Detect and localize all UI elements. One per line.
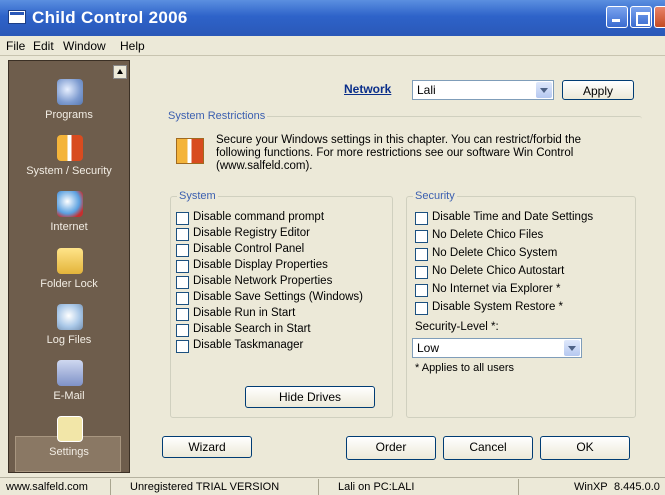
checkbox[interactable]: [176, 212, 189, 225]
checkbox[interactable]: [415, 284, 428, 297]
checkbox[interactable]: [415, 230, 428, 243]
security-level-value: Low: [417, 341, 440, 355]
app-icon: [8, 10, 26, 24]
sidebar-item-programs[interactable]: Programs: [9, 79, 129, 135]
checkbox[interactable]: [176, 340, 189, 353]
system-group-label: System: [177, 190, 218, 202]
folder-lock-icon: [57, 248, 83, 274]
security-level-select[interactable]: Low: [412, 338, 582, 358]
sidebar-item-label: Log Files: [46, 334, 92, 346]
user-select[interactable]: Lali: [412, 80, 554, 100]
sidebar-item-folder-lock[interactable]: Folder Lock: [9, 248, 129, 304]
main-window: Child Control 2006 File Edit Window Help…: [0, 0, 665, 495]
checkbox[interactable]: [176, 260, 189, 273]
security-level-label: Security-Level *:: [415, 321, 499, 333]
checkbox[interactable]: [415, 212, 428, 225]
sidebar-item-label: Programs: [45, 109, 93, 121]
title-bar[interactable]: Child Control 2006: [0, 0, 665, 36]
restrictions-info-text: Secure your Windows settings in this cha…: [216, 134, 581, 172]
window-title: Child Control 2006: [32, 8, 188, 27]
system-restrictions-group: System Restrictions: [166, 110, 642, 126]
sidebar-item-label: Folder Lock: [40, 278, 98, 290]
security-group-label: Security: [413, 190, 457, 202]
checkbox[interactable]: [176, 308, 189, 321]
checkbox[interactable]: [176, 228, 189, 241]
sidebar-item-label: E-Mail: [53, 390, 85, 402]
log-files-icon: [57, 304, 83, 330]
menu-file[interactable]: File: [6, 39, 25, 53]
system-security-icon: [57, 135, 83, 161]
hide-drives-button[interactable]: Hide Drives: [245, 386, 375, 408]
user-select-value: Lali: [417, 83, 436, 97]
wizard-button[interactable]: Wizard: [162, 436, 252, 458]
email-icon: [57, 360, 83, 386]
sidebar: Programs System / Security Internet Fold…: [8, 60, 130, 473]
sidebar-scroll-up-icon[interactable]: [113, 65, 127, 79]
status-version: Unregistered TRIAL VERSION: [130, 481, 280, 493]
menu-edit[interactable]: Edit: [33, 39, 54, 53]
main-panel: Network Lali Apply System Restrictions S…: [148, 70, 648, 460]
sidebar-item-system-security[interactable]: System / Security: [9, 135, 129, 191]
status-build: 8.445.0.0: [614, 481, 660, 493]
checkbox[interactable]: [415, 266, 428, 279]
cancel-button[interactable]: Cancel: [443, 436, 533, 460]
status-divider: [518, 479, 519, 495]
network-link[interactable]: Network: [344, 82, 391, 96]
chevron-down-icon[interactable]: [536, 82, 552, 98]
chevron-down-icon[interactable]: [564, 340, 580, 356]
checkbox[interactable]: [415, 302, 428, 315]
order-button[interactable]: Order: [346, 436, 436, 460]
sidebar-item-label: Internet: [50, 221, 88, 233]
sidebar-item-label: Settings: [49, 446, 89, 458]
status-user: Lali on PC:LALI: [338, 481, 415, 493]
menu-bar: File Edit Window Help: [0, 36, 665, 56]
minimize-icon[interactable]: [606, 6, 628, 28]
settings-icon: [57, 416, 83, 442]
system-security-icon: [176, 138, 204, 164]
sidebar-item-email[interactable]: E-Mail: [9, 360, 129, 416]
sidebar-item-label: System / Security: [26, 165, 112, 177]
sidebar-item-settings[interactable]: Settings: [9, 416, 129, 472]
checkbox[interactable]: [415, 248, 428, 261]
applies-note: * Applies to all users: [415, 362, 515, 374]
status-bar: www.salfeld.com Unregistered TRIAL VERSI…: [0, 477, 665, 495]
menu-help[interactable]: Help: [120, 39, 145, 53]
menu-window[interactable]: Window: [63, 39, 106, 53]
status-os: WinXP: [574, 481, 608, 493]
checkbox[interactable]: [176, 292, 189, 305]
status-website: www.salfeld.com: [6, 481, 88, 493]
close-icon[interactable]: [654, 6, 665, 28]
sidebar-item-log-files[interactable]: Log Files: [9, 304, 129, 360]
sidebar-item-internet[interactable]: Internet: [9, 191, 129, 247]
internet-icon: [57, 191, 83, 217]
programs-icon: [57, 79, 83, 105]
system-restrictions-label: System Restrictions: [166, 110, 268, 122]
ok-button[interactable]: OK: [540, 436, 630, 460]
status-divider: [110, 479, 111, 495]
maximize-icon[interactable]: [630, 6, 652, 28]
apply-button[interactable]: Apply: [562, 80, 634, 100]
status-divider: [318, 479, 319, 495]
checkbox[interactable]: [176, 324, 189, 337]
checkbox[interactable]: [176, 244, 189, 257]
checkbox[interactable]: [176, 276, 189, 289]
